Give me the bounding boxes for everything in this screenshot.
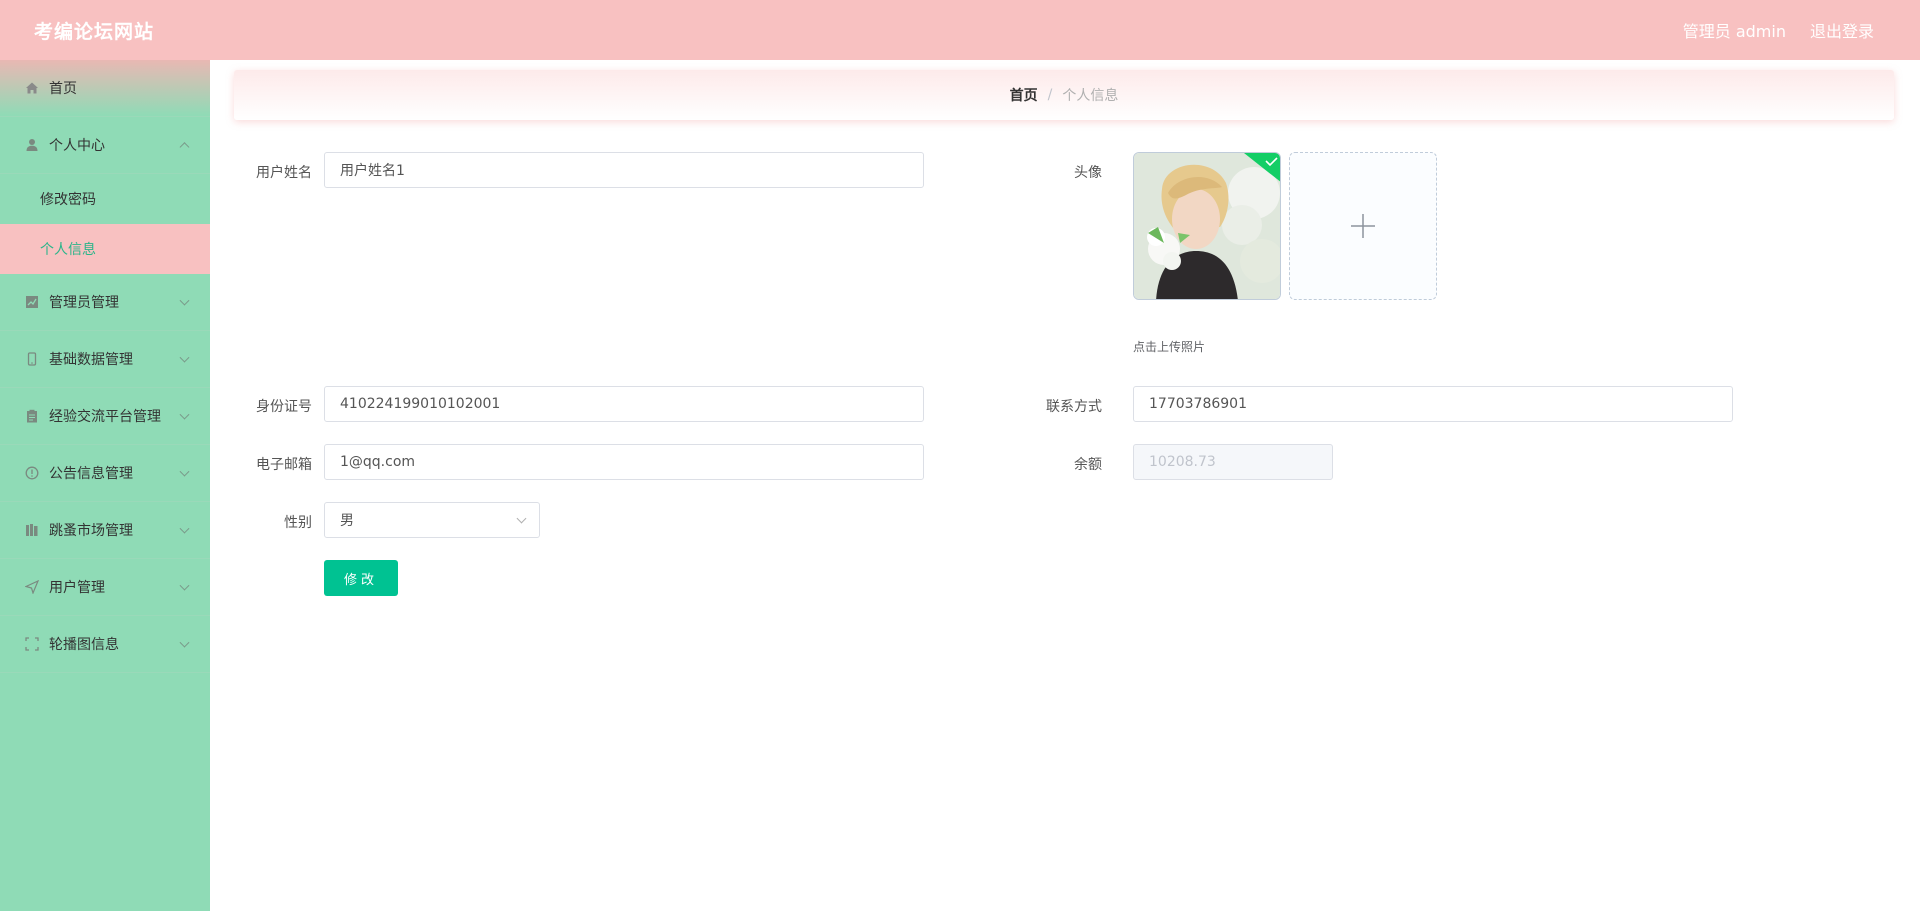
id-number-input[interactable]: 410224199010102001 (324, 386, 924, 422)
books-icon (24, 522, 40, 538)
sidebar-item-personal-center[interactable]: 个人中心 (0, 117, 210, 174)
breadcrumb-separator: / (1047, 87, 1053, 103)
chevron-down-icon (179, 523, 190, 534)
sidebar-subitem-change-password[interactable]: 修改密码 (0, 174, 210, 224)
mobile-icon (24, 351, 40, 367)
upload-tip: 点击上传照片 (1133, 340, 1206, 354)
chevron-up-icon (179, 142, 190, 153)
sidebar-item-home[interactable]: 首页 (0, 60, 210, 117)
phone-label: 联系方式 (1046, 399, 1102, 415)
gender-select[interactable]: 男 (324, 502, 540, 538)
sidebar-item-label: 跳蚤市场管理 (49, 523, 133, 539)
balance-value: 10208.73 (1149, 454, 1216, 470)
sidebar-item-label: 个人中心 (49, 138, 105, 154)
sidebar: 首页 个人中心 修改密码 个人信息 管理员管理 基础数据管理 经验交流平台管理 (0, 60, 210, 911)
chevron-down-icon (179, 580, 190, 591)
site-title: 考编论坛网站 (34, 20, 155, 43)
chevron-down-icon (179, 295, 190, 306)
chart-icon (24, 294, 40, 310)
id-number-label: 身份证号 (256, 399, 312, 415)
sidebar-subitem-profile[interactable]: 个人信息 (0, 224, 210, 274)
email-label: 电子邮箱 (256, 457, 312, 473)
header-user-area: 管理员 admin 退出登录 (1683, 18, 1886, 42)
notice-icon (24, 465, 40, 481)
username-label: 用户姓名 (256, 165, 312, 181)
chevron-down-icon (179, 637, 190, 648)
id-number-value: 410224199010102001 (340, 396, 501, 412)
sidebar-item-label: 轮播图信息 (49, 637, 119, 653)
sidebar-item-announcement[interactable]: 公告信息管理 (0, 445, 210, 502)
chevron-down-icon (179, 352, 190, 363)
sidebar-item-admin-management[interactable]: 管理员管理 (0, 274, 210, 331)
gender-value: 男 (340, 513, 354, 529)
sidebar-item-user-management[interactable]: 用户管理 (0, 559, 210, 616)
phone-input[interactable]: 17703786901 (1133, 386, 1733, 422)
sidebar-item-basic-data[interactable]: 基础数据管理 (0, 331, 210, 388)
user-icon (24, 137, 40, 153)
sidebar-item-flea-market[interactable]: 跳蚤市场管理 (0, 502, 210, 559)
fullscreen-icon (24, 636, 40, 652)
sidebar-item-carousel[interactable]: 轮播图信息 (0, 616, 210, 673)
sidebar-item-label: 首页 (49, 81, 77, 97)
home-icon (24, 80, 40, 96)
submit-button[interactable]: 修改 (324, 560, 398, 596)
sidebar-item-experience-platform[interactable]: 经验交流平台管理 (0, 388, 210, 445)
current-user-label: 管理员 admin (1682, 22, 1786, 41)
gender-label: 性别 (284, 515, 312, 531)
sidebar-item-label: 经验交流平台管理 (49, 409, 161, 425)
avatar-label: 头像 (1074, 165, 1102, 181)
send-icon (24, 579, 40, 595)
logout-link[interactable]: 退出登录 (1810, 18, 1874, 42)
breadcrumb: 首页 / 个人信息 (234, 70, 1894, 120)
username-value: 用户姓名1 (340, 163, 405, 179)
breadcrumb-home-link[interactable]: 首页 (1010, 85, 1038, 105)
sidebar-subitem-label: 个人信息 (40, 242, 96, 258)
clipboard-icon (24, 408, 40, 424)
username-input[interactable]: 用户姓名1 (324, 152, 924, 188)
balance-input: 10208.73 (1133, 444, 1333, 480)
sidebar-item-label: 基础数据管理 (49, 352, 133, 368)
chevron-down-icon (179, 409, 190, 420)
sidebar-item-label: 管理员管理 (49, 295, 119, 311)
avatar-image[interactable] (1133, 152, 1281, 300)
email-value: 1@qq.com (340, 454, 416, 470)
plus-icon (1351, 214, 1375, 238)
chevron-down-icon (516, 513, 527, 524)
email-input[interactable]: 1@qq.com (324, 444, 924, 480)
chevron-down-icon (179, 466, 190, 477)
sidebar-item-label: 用户管理 (49, 580, 105, 596)
phone-value: 17703786901 (1149, 396, 1247, 412)
top-header: 考编论坛网站 管理员 admin 退出登录 (0, 0, 1920, 60)
main-content: 首页 / 个人信息 用户姓名 用户姓名1 头像 点击上传照片 身份证号 4102… (210, 60, 1920, 911)
sidebar-item-label: 公告信息管理 (49, 466, 133, 482)
avatar-photo (1134, 153, 1280, 299)
breadcrumb-current: 个人信息 (1062, 88, 1119, 104)
sidebar-subitem-label: 修改密码 (40, 192, 96, 208)
avatar-upload-button[interactable] (1289, 152, 1437, 300)
balance-label: 余额 (1074, 457, 1102, 473)
